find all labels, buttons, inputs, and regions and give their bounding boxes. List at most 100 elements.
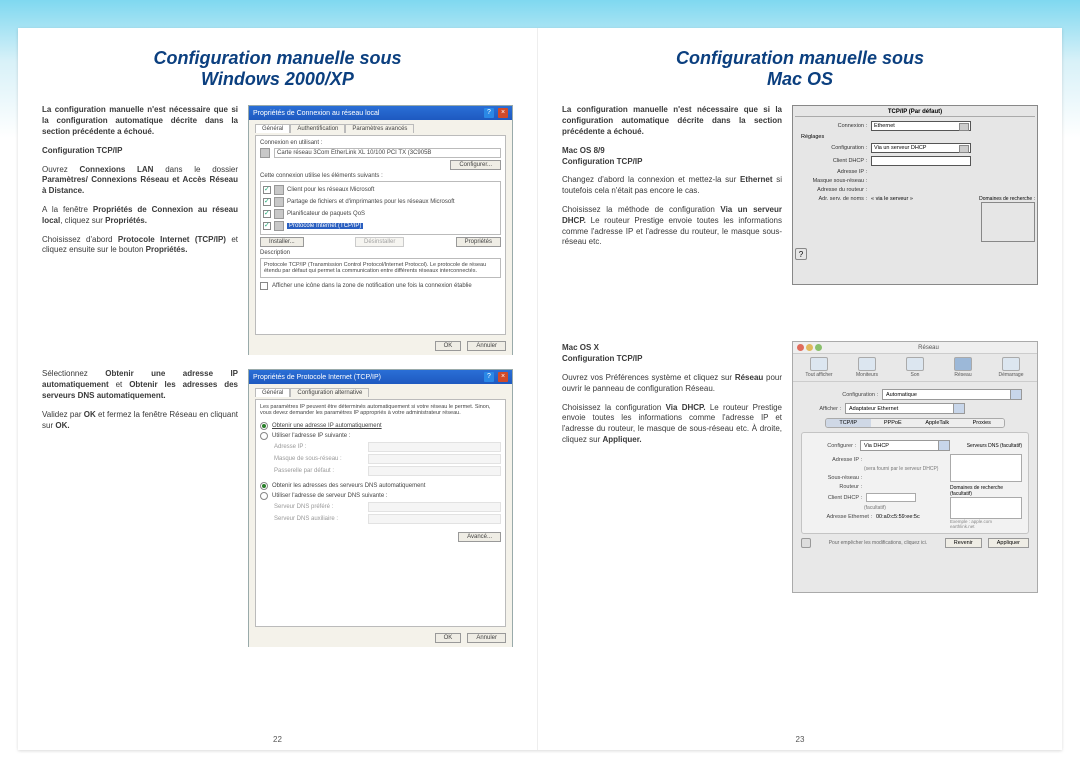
tcpip-intro: Les paramètres IP peuvent être déterminé… — [260, 404, 501, 416]
cancel-button[interactable]: Annuler — [467, 341, 506, 351]
close-icon[interactable] — [797, 344, 804, 351]
para-r4: Choisissez la configuration Via DHCP. Le… — [562, 403, 782, 446]
page-right: Configuration manuelle sous Mac OS La co… — [537, 28, 1062, 750]
para-4: Sélectionnez Obtenir une adresse IP auto… — [42, 369, 238, 401]
radio-auto-ip[interactable] — [260, 422, 268, 430]
checkbox-icon[interactable] — [263, 198, 271, 206]
ip-input — [368, 442, 501, 452]
checkbox-icon[interactable] — [263, 210, 271, 218]
radio-manual-ip[interactable] — [260, 432, 268, 440]
osx-window-title: Réseau — [824, 345, 1033, 351]
radio-auto-dns[interactable] — [260, 482, 268, 490]
share-icon — [274, 197, 284, 207]
zoom-icon[interactable] — [815, 344, 822, 351]
tcpip-icon — [274, 221, 284, 231]
properties-button[interactable]: Propriétés — [456, 237, 501, 247]
tab-pppoe[interactable]: PPPoE — [871, 419, 916, 427]
advanced-button[interactable]: Avancé... — [458, 532, 501, 542]
osx-search-input[interactable] — [950, 497, 1022, 519]
para-3: Choisissez d'abord Protocole Internet (T… — [42, 235, 238, 257]
label-connection: Connexion en utilisant : — [260, 140, 501, 146]
tab-auth[interactable]: Authentification — [290, 124, 345, 133]
page-title-left: Configuration manuelle sous Windows 2000… — [42, 48, 513, 89]
xp-window-title: Propriétés de Connexion au réseau local — [253, 110, 379, 117]
osx-config-select[interactable]: Automatique — [882, 389, 1022, 400]
xp-window-title: Propriétés de Protocole Internet (TCP/IP… — [253, 374, 381, 381]
ok-button[interactable]: OK — [435, 341, 462, 351]
tab-proxies[interactable]: Proxies — [960, 419, 1005, 427]
revert-button[interactable]: Revenir — [945, 538, 982, 548]
checkbox-icon[interactable] — [263, 186, 271, 194]
page-title-right: Configuration manuelle sous Mac OS — [562, 48, 1038, 89]
osx-panel: Configurer :Via DHCP Serveurs DNS (facul… — [801, 432, 1029, 534]
component-list[interactable]: Client pour les réseaux Microsoft Partag… — [260, 181, 501, 235]
tcpip-item-selected[interactable]: Protocole Internet (TCP/IP) — [287, 223, 363, 229]
text-col-2: Sélectionnez Obtenir une adresse IP auto… — [42, 369, 238, 647]
screenshot-mac9-tcpip: TCP/IP (Par défaut) Connexion :Ethernet … — [792, 105, 1038, 285]
osx-ethernet-addr: 00:a0:c5:59:ee:5c — [876, 514, 920, 520]
mac9-config-select[interactable]: Via un serveur DHCP — [871, 143, 971, 153]
title-line2: Mac OS — [767, 69, 833, 89]
osx-tabs: TCP/IP PPPoE AppleTalk Proxies — [825, 418, 1005, 428]
help-icon[interactable]: ? — [795, 248, 807, 260]
intro-text: La configuration manuelle n'est nécessai… — [42, 105, 238, 137]
help-icon[interactable]: ? — [484, 372, 494, 382]
install-button[interactable]: Installer... — [260, 237, 304, 247]
osx-show-select[interactable]: Adaptateur Ethernet — [845, 403, 965, 414]
tab-general[interactable]: Général — [255, 124, 290, 133]
checkbox-icon[interactable] — [263, 222, 271, 230]
mac9-window-title: TCP/IP (Par défaut) — [795, 108, 1035, 117]
mac9-connection-select[interactable]: Ethernet — [871, 121, 971, 131]
close-icon[interactable]: × — [498, 108, 508, 118]
screenshot-osx-network: Réseau Tout afficher Moniteurs Son Résea… — [792, 341, 1038, 593]
para-r3: Ouvrez vos Préférences système et clique… — [562, 373, 782, 395]
toolbar-displays[interactable]: Moniteurs — [847, 357, 887, 378]
close-icon[interactable]: × — [498, 372, 508, 382]
osx-toolbar: Tout afficher Moniteurs Son Réseau Démar… — [793, 354, 1037, 382]
client-icon — [274, 185, 284, 195]
osx-dns-input[interactable] — [950, 454, 1022, 482]
network-icon — [954, 357, 972, 371]
configure-button[interactable]: Configurer... — [450, 160, 501, 170]
text-col-1: La configuration manuelle n'est nécessai… — [42, 105, 238, 355]
para-1: Ouvrez Connexions LAN dans le dossier Pa… — [42, 165, 238, 197]
xp-titlebar: Propriétés de Protocole Internet (TCP/IP… — [249, 370, 512, 384]
mac9-dhcp-client-input[interactable] — [871, 156, 971, 166]
toolbar-sound[interactable]: Son — [895, 357, 935, 378]
osx-dhcp-client-input[interactable] — [866, 493, 916, 502]
mac9-search-domains-input[interactable] — [981, 202, 1035, 242]
text-col-3: La configuration manuelle n'est nécessai… — [562, 105, 782, 285]
mask-input — [368, 454, 501, 464]
section-row-1: La configuration manuelle n'est nécessai… — [42, 105, 513, 355]
page-left: Configuration manuelle sous Windows 2000… — [18, 28, 537, 750]
ok-button[interactable]: OK — [435, 633, 462, 643]
radio-manual-dns[interactable] — [260, 492, 268, 500]
startup-icon — [1002, 357, 1020, 371]
description-text: Protocole TCP/IP (Transmission Control P… — [260, 258, 501, 278]
gateway-input — [368, 466, 501, 476]
screenshot-xp-properties: Propriétés de Connexion au réseau local … — [248, 105, 513, 355]
uninstall-button: Désinstaller — [355, 237, 404, 247]
adapter-name: Carte réseau 3Com EtherLink XL 10/100 PC… — [274, 148, 501, 158]
toolbar-startup[interactable]: Démarrage — [991, 357, 1031, 378]
osx-configure-select[interactable]: Via DHCP — [860, 440, 950, 451]
minimize-icon[interactable] — [806, 344, 813, 351]
title-line1: Configuration manuelle sous — [676, 48, 924, 68]
para-r1: Changez d'abord la connexion et mettez-l… — [562, 175, 782, 197]
help-icon[interactable]: ? — [484, 108, 494, 118]
tab-tcpip[interactable]: TCP/IP — [826, 419, 871, 427]
tab-advanced[interactable]: Paramètres avancés — [345, 124, 414, 133]
checkbox-notify[interactable] — [260, 282, 268, 290]
tab-appletalk[interactable]: AppleTalk — [915, 419, 960, 427]
apply-button[interactable]: Appliquer — [988, 538, 1029, 548]
tab-general[interactable]: Général — [255, 388, 290, 397]
label-uses: Cette connexion utilise les éléments sui… — [260, 173, 501, 179]
tab-altconfig[interactable]: Configuration alternative — [290, 388, 369, 397]
page-number: 22 — [273, 735, 282, 744]
qos-icon — [274, 209, 284, 219]
sound-icon — [906, 357, 924, 371]
toolbar-showall[interactable]: Tout afficher — [799, 357, 839, 378]
toolbar-network[interactable]: Réseau — [943, 357, 983, 378]
cancel-button[interactable]: Annuler — [467, 633, 506, 643]
lock-icon[interactable] — [801, 538, 811, 548]
